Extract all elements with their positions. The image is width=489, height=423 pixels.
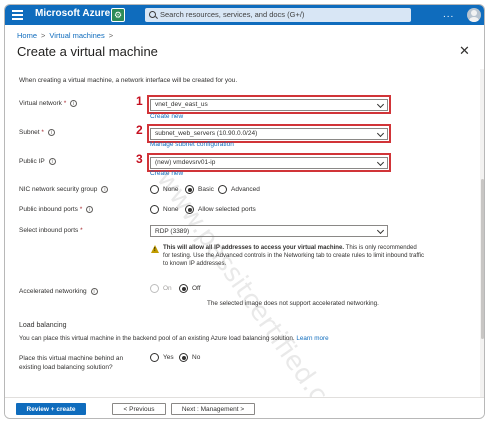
search-placeholder: Search resources, services, and docs (G+… <box>160 10 305 19</box>
accel-on-label: On <box>163 285 172 292</box>
inbound-ports-label: Public inbound ports * i <box>19 206 94 213</box>
review-create-button[interactable]: Review + create <box>16 403 86 415</box>
virtual-network-label: Virtual network * i <box>19 100 78 107</box>
manage-subnet-link[interactable]: Manage subnet configuration <box>150 141 234 148</box>
virtual-network-dropdown[interactable]: vnet_dev_east_us <box>150 98 388 111</box>
accel-off-radio[interactable] <box>179 284 188 293</box>
lb-question-label-line1: Place this virtual machine behind an <box>19 355 124 362</box>
public-ip-dropdown[interactable]: (new) vmdevsrv01-ip <box>150 156 388 169</box>
public-ip-value: (new) vmdevsrv01-ip <box>155 159 216 166</box>
callout-number-1: 1 <box>136 94 143 108</box>
accel-off-label: Off <box>192 285 201 292</box>
nsg-basic-label: Basic <box>198 186 214 193</box>
lb-question-label-line2: existing load balancing solution? <box>19 364 113 371</box>
brand-name[interactable]: Microsoft Azure <box>35 8 110 19</box>
lb-yes-label: Yes <box>163 354 174 361</box>
select-ports-label: Select inbound ports * <box>19 227 83 234</box>
chevron-down-icon <box>376 158 385 166</box>
breadcrumb: Home > Virtual machines > <box>17 31 117 40</box>
cloud-shell-icon[interactable]: ⚙ <box>111 8 125 22</box>
virtual-network-value: vnet_dev_east_us <box>155 101 208 108</box>
info-icon[interactable]: i <box>48 158 56 165</box>
load-balancing-heading: Load balancing <box>19 322 67 329</box>
vertical-scrollbar[interactable] <box>480 69 484 397</box>
networking-form: When creating a virtual machine, a netwo… <box>5 69 478 397</box>
warning-icon: ! <box>151 245 159 253</box>
accelerated-networking-label: Accelerated networking i <box>19 288 98 295</box>
chevron-down-icon <box>376 100 385 108</box>
footer-bar: Review + create < Previous Next : Manage… <box>5 397 484 418</box>
lb-yes-radio[interactable] <box>150 353 159 362</box>
nsg-label: NIC network security group i <box>19 186 109 193</box>
next-management-button[interactable]: Next : Management > <box>171 403 255 415</box>
subnet-value: subnet_web_servers (10.90.0.0/24) <box>155 130 258 137</box>
breadcrumb-virtual-machines[interactable]: Virtual machines <box>49 31 104 40</box>
breadcrumb-separator: > <box>108 31 114 40</box>
public-ip-label: Public IP i <box>19 158 56 165</box>
browser-frame: Microsoft Azure ⚙ Search resources, serv… <box>4 4 485 419</box>
search-icon <box>149 11 156 18</box>
info-icon[interactable]: i <box>90 288 98 295</box>
info-icon[interactable]: i <box>47 129 55 136</box>
lb-no-label: No <box>192 354 201 361</box>
nsg-advanced-label: Advanced <box>231 186 260 193</box>
close-icon[interactable]: ✕ <box>459 43 470 59</box>
nsg-advanced-radio[interactable] <box>218 185 227 194</box>
info-icon[interactable]: i <box>86 206 94 213</box>
info-icon[interactable]: i <box>101 186 109 193</box>
learn-more-link[interactable]: Learn more <box>296 335 328 342</box>
previous-button[interactable]: < Previous <box>112 403 166 415</box>
info-icon[interactable]: i <box>70 100 78 107</box>
callout-number-3: 3 <box>136 152 143 166</box>
menu-icon[interactable] <box>12 10 23 20</box>
breadcrumb-home[interactable]: Home <box>17 31 37 40</box>
page-title: Create a virtual machine <box>17 44 158 59</box>
virtual-network-create-new-link[interactable]: Create new <box>150 113 183 120</box>
subnet-label: Subnet * i <box>19 129 55 136</box>
accel-on-radio[interactable] <box>150 284 159 293</box>
avatar[interactable] <box>467 8 481 22</box>
top-bar: Microsoft Azure ⚙ Search resources, serv… <box>5 5 484 25</box>
inbound-none-radio[interactable] <box>150 205 159 214</box>
breadcrumb-separator: > <box>41 31 46 40</box>
scrollbar-thumb[interactable] <box>481 179 484 339</box>
chevron-down-icon <box>376 129 385 137</box>
more-options-icon[interactable]: ... <box>443 9 454 20</box>
lb-no-radio[interactable] <box>179 353 188 362</box>
global-search-input[interactable]: Search resources, services, and docs (G+… <box>145 8 411 22</box>
subnet-dropdown[interactable]: subnet_web_servers (10.90.0.0/24) <box>150 127 388 140</box>
intro-text: When creating a virtual machine, a netwo… <box>19 77 238 84</box>
callout-number-2: 2 <box>136 123 143 137</box>
chevron-down-icon <box>376 226 385 235</box>
